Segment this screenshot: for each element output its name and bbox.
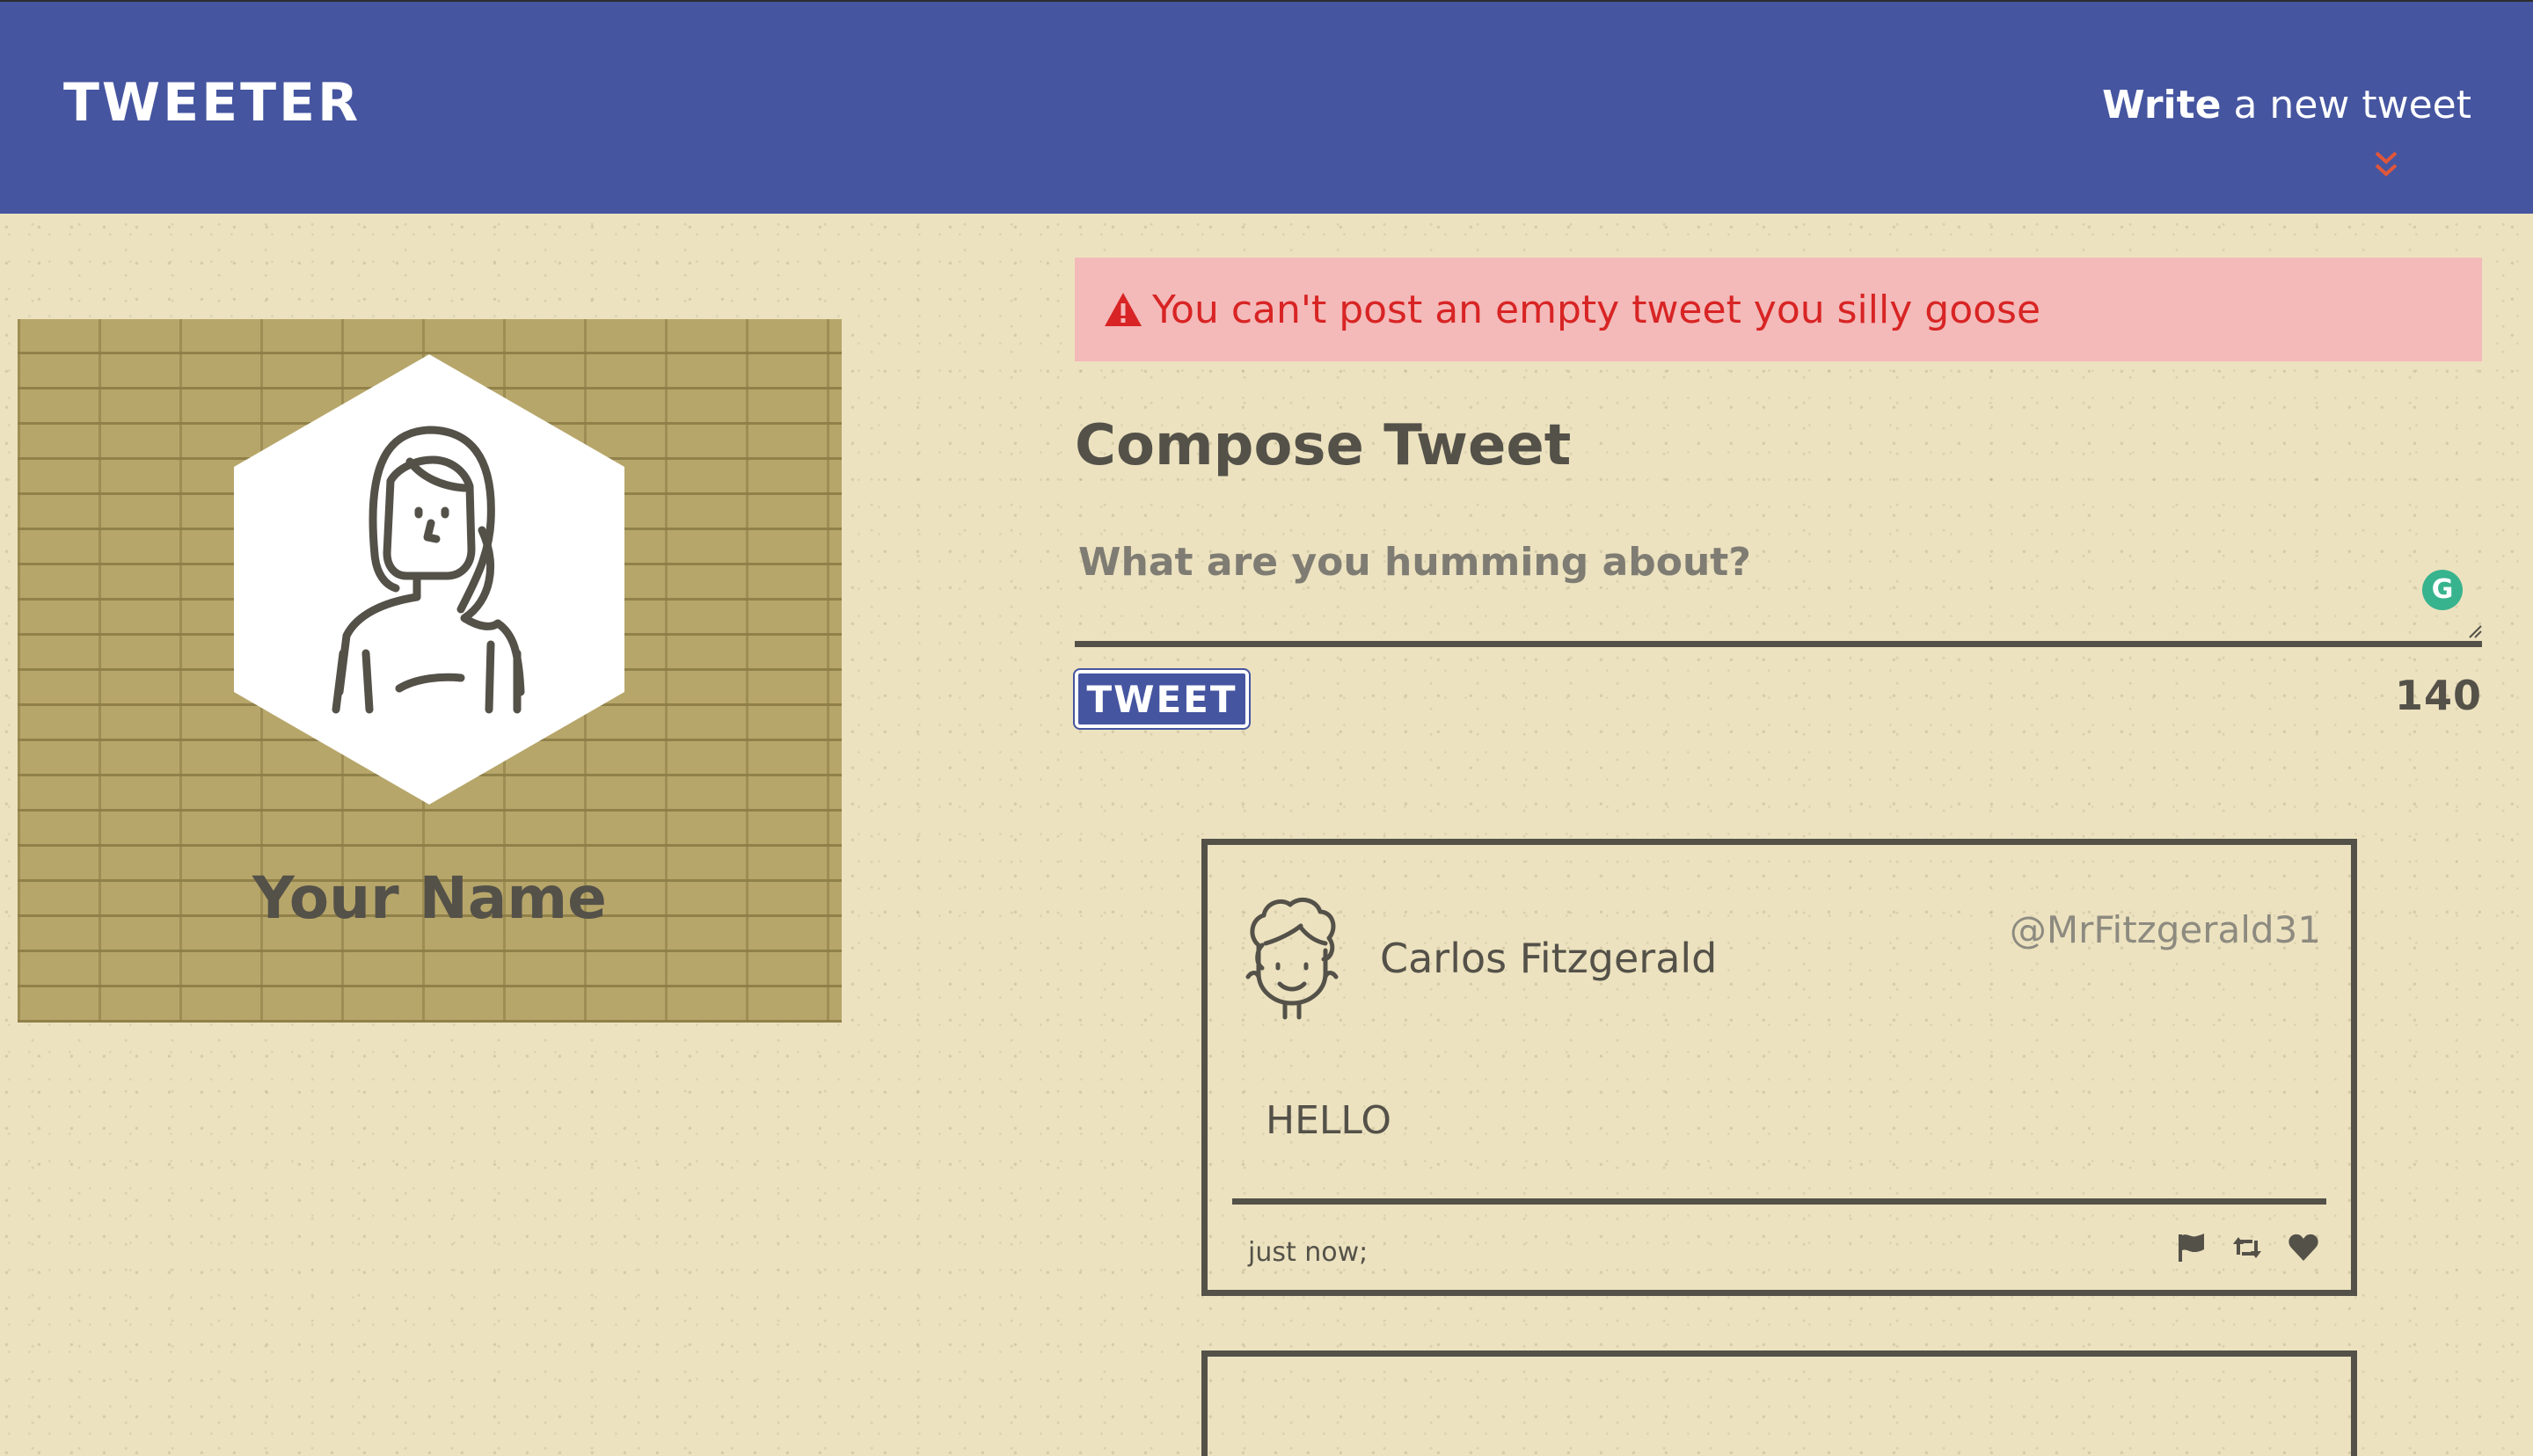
grammarly-icon[interactable]: G: [2422, 570, 2463, 610]
tweet-timestamp: just now;: [1248, 1237, 1369, 1268]
heart-icon[interactable]: [2288, 1232, 2319, 1263]
tweet-author-name: Carlos Fitzgerald: [1380, 935, 1718, 982]
curly-hair-man-avatar-icon: [1245, 897, 1339, 1020]
tweet-actions: [2175, 1232, 2319, 1263]
retweet-icon[interactable]: [2231, 1232, 2263, 1263]
flag-icon[interactable]: [2175, 1232, 2207, 1263]
write-new-tweet-toggle[interactable]: Write a new tweet: [2102, 83, 2471, 127]
top-nav: TWEETER Write a new tweet: [0, 0, 2533, 214]
tweet-submit-button[interactable]: TWEET: [1073, 668, 1251, 730]
new-tweet-label: a new tweet: [2233, 83, 2471, 127]
compose-title: Compose Tweet: [1075, 413, 1572, 478]
error-alert: You can't post an empty tweet you silly …: [1075, 258, 2482, 361]
profile-avatar: [234, 354, 624, 804]
write-label: Write: [2102, 83, 2222, 127]
profile-name: Your Name: [252, 864, 607, 932]
tweet-card: [1201, 1350, 2357, 1456]
tweet-textarea[interactable]: [1075, 528, 2482, 647]
double-chevron-down-icon[interactable]: [2373, 149, 2399, 179]
tweet-author-handle: @MrFitzgerald31: [2009, 908, 2321, 951]
warning-triangle-icon: [1105, 293, 1142, 326]
woman-avatar-icon: [234, 354, 624, 804]
profile-card: Your Name: [18, 319, 842, 1023]
tweet-body: HELLO: [1266, 1098, 1391, 1143]
textarea-resize-handle[interactable]: [2468, 624, 2482, 638]
tweet-card: Carlos Fitzgerald @MrFitzgerald31 HELLO …: [1201, 839, 2357, 1296]
brand-logo[interactable]: TWEETER: [63, 72, 361, 134]
error-message: You can't post an empty tweet you silly …: [1152, 287, 2041, 332]
tweet-divider: [1232, 1198, 2326, 1205]
character-counter: 140: [2394, 672, 2482, 719]
